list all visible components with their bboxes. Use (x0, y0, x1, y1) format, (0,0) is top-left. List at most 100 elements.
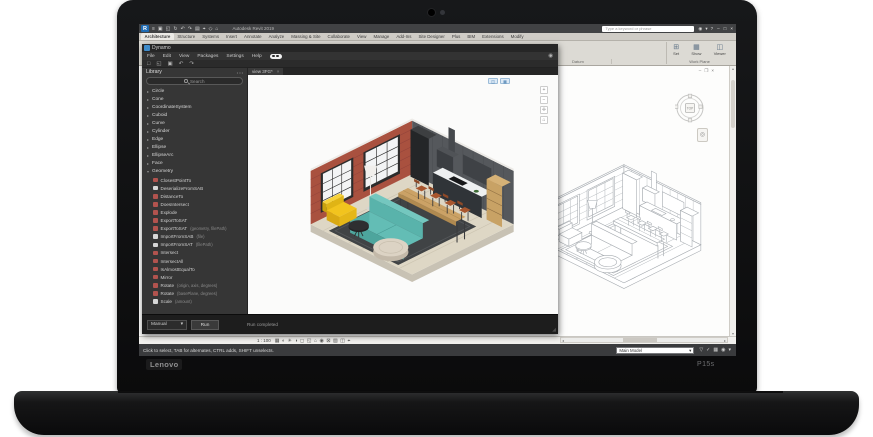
status-icon-2[interactable]: ▦ (713, 347, 718, 353)
drawing-horizontal-scrollbar[interactable]: ◂▸ (560, 337, 728, 343)
resize-grip[interactable]: ◢ (552, 327, 556, 333)
titlebar-icon-1[interactable]: ▾ (705, 26, 707, 32)
tab-add-ins[interactable]: Add-Ins (393, 33, 415, 40)
library-category-edge[interactable]: ▸Edge (142, 136, 247, 144)
view-control-icon-1[interactable]: ◐ (282, 338, 285, 344)
library-member-deserializefromsab[interactable]: DeserializeFromSAB (142, 184, 247, 192)
menu-view[interactable]: View (179, 54, 189, 59)
library-category-geometry[interactable]: ▾Geometry (142, 168, 247, 176)
preview-toggle-icon-1[interactable]: ▦ (500, 78, 510, 84)
open-icon[interactable]: ◱ (156, 61, 161, 67)
maximize-button[interactable]: □ (724, 26, 727, 31)
tab-annotate[interactable]: Annotate (241, 33, 266, 40)
tab-extensions[interactable]: Extensions (479, 33, 507, 40)
view-control-icon-8[interactable]: ⊠ (326, 338, 330, 344)
library-category-ellipsearc[interactable]: ▸EllipseArc (142, 152, 247, 160)
view-window-control-2[interactable]: × (711, 68, 714, 74)
sync-icon[interactable]: ↻ (173, 26, 177, 32)
undo-icon[interactable]: ↶ (181, 26, 185, 32)
tab-insert[interactable]: Insert (223, 33, 241, 40)
library-options-icon[interactable]: ••• (237, 70, 247, 75)
view-control-icon-6[interactable]: ⌂ (314, 338, 317, 344)
view-control-icon-10[interactable]: ◫ (340, 338, 345, 344)
menu-settings[interactable]: Settings (226, 54, 243, 59)
tab-bim[interactable]: BIM (464, 33, 479, 40)
run-button[interactable]: Run (191, 320, 219, 330)
library-category-circle[interactable]: ▸Circle (142, 87, 247, 95)
pan-icon[interactable]: ✛ (540, 106, 548, 114)
tab-architecture[interactable]: Architecture (141, 33, 174, 40)
view-control-icon-9[interactable]: ▧ (333, 338, 338, 344)
view-control-icon-11[interactable]: ⌖ (348, 338, 351, 344)
undo-icon[interactable]: ↶ (179, 61, 184, 67)
tab-close-icon[interactable]: × (277, 69, 280, 74)
tab-manage[interactable]: Manage (370, 33, 393, 40)
measure-icon[interactable]: ⌖ (203, 26, 206, 32)
menu-help[interactable]: Help (252, 54, 262, 59)
library-category-cylinder[interactable]: ▸Cylinder (142, 127, 247, 135)
view-control-icon-5[interactable]: ◱ (307, 338, 312, 344)
tab-structure[interactable]: Structure (174, 33, 199, 40)
dynamo-canvas[interactable]: view 3FG* × ◫▦ +−✛⌂ (248, 68, 558, 314)
library-member-importfromsab[interactable]: ImportFromSAB(file) (142, 233, 247, 241)
library-member-rotate[interactable]: Rotate(origin, axis, degrees) (142, 281, 247, 289)
library-member-closestpointto[interactable]: ClosestPointTo (142, 176, 247, 184)
library-member-intersect[interactable]: Intersect (142, 249, 247, 257)
export-image-icon[interactable]: ◉ (548, 53, 553, 59)
tab-massing-site[interactable]: Massing & Site (288, 33, 324, 40)
view-compass[interactable]: TOP (675, 93, 705, 123)
redo-icon[interactable]: ↷ (189, 61, 194, 67)
library-member-intersectall[interactable]: IntersectAll (142, 257, 247, 265)
view-control-icon-0[interactable]: ▦ (275, 338, 280, 344)
status-icon-4[interactable]: ▾ (728, 347, 731, 353)
library-category-cone[interactable]: ▸Cone (142, 95, 247, 103)
view-control-icon-2[interactable]: ☀ (288, 338, 292, 344)
zoom-fit-icon[interactable]: ⌂ (540, 116, 548, 124)
library-member-distanceto[interactable]: DistanceTo (142, 192, 247, 200)
tag-icon[interactable]: ◇ (209, 26, 213, 32)
library-member-mirror[interactable]: Mirror (142, 273, 247, 281)
library-member-exporttosat[interactable]: ExportToSAT (142, 217, 247, 225)
library-category-cuboid[interactable]: ▸Cuboid (142, 111, 247, 119)
library-category-ellipse[interactable]: ▸Ellipse (142, 144, 247, 152)
titlebar-icon-2[interactable]: ? (711, 26, 714, 32)
library-category-face[interactable]: ▸Face (142, 160, 247, 168)
library-member-isalmostequalto[interactable]: IsAlmostEqualTo (142, 265, 247, 273)
run-mode-dropdown[interactable]: Manual▾ (147, 320, 187, 330)
tab-collaborate[interactable]: Collaborate (324, 33, 353, 40)
library-member-scale[interactable]: Scale(amount) (142, 297, 247, 305)
revit-logo[interactable]: R (141, 25, 149, 32)
save-icon[interactable]: ▣ (168, 61, 173, 67)
library-member-rotate[interactable]: Rotate(basePlane, degrees) (142, 289, 247, 297)
library-member-exporttosat[interactable]: ExportToSAT(geometry, filePath) (142, 225, 247, 233)
tab-modify[interactable]: Modify (507, 33, 527, 40)
titlebar-icon-0[interactable]: ◉ (698, 26, 702, 32)
library-member-importfromsat[interactable]: ImportFromSAT(filePath) (142, 241, 247, 249)
work-plane-show-button[interactable]: ▦Show (691, 43, 701, 56)
view-control-icon-3[interactable]: ◑ (295, 338, 298, 344)
library-member-doesintersect[interactable]: DoesIntersect (142, 200, 247, 208)
menu-packages[interactable]: Packages (197, 54, 218, 59)
library-category-coordinatesystem[interactable]: ▸CoordinateSystem (142, 103, 247, 111)
tab-site-designer[interactable]: Site Designer (415, 33, 448, 40)
library-category-curve[interactable]: ▸Curve (142, 119, 247, 127)
tab-systems[interactable]: Systems (199, 33, 223, 40)
tab-plus[interactable]: Plus (448, 33, 464, 40)
workspace-tab[interactable]: view 3FG* × (248, 68, 283, 75)
status-icon-0[interactable]: ▽ (699, 347, 703, 353)
view-window-control-1[interactable]: ❐ (704, 68, 708, 74)
status-icon-1[interactable]: ✓ (706, 347, 710, 353)
print-icon[interactable]: ▤ (195, 26, 200, 32)
design-option-dropdown[interactable]: Main Model▾ (616, 347, 694, 354)
menu-edit[interactable]: Edit (163, 54, 171, 59)
view-scale[interactable]: 1 : 100 (257, 338, 271, 343)
view-window-control-0[interactable]: – (699, 68, 702, 74)
tab-view[interactable]: View (354, 33, 370, 40)
preview-toggle-icon-0[interactable]: ◫ (488, 78, 498, 84)
navigation-bar-icon[interactable]: ◎ (697, 128, 708, 142)
dynamo-titlebar[interactable]: Dynamo (142, 44, 558, 52)
close-button[interactable]: × (730, 26, 733, 31)
minimize-button[interactable]: – (717, 26, 720, 31)
help-search-input[interactable]: Type a keyword or phrase (602, 26, 694, 32)
work-plane-set-button[interactable]: ⊞Set (673, 43, 679, 56)
